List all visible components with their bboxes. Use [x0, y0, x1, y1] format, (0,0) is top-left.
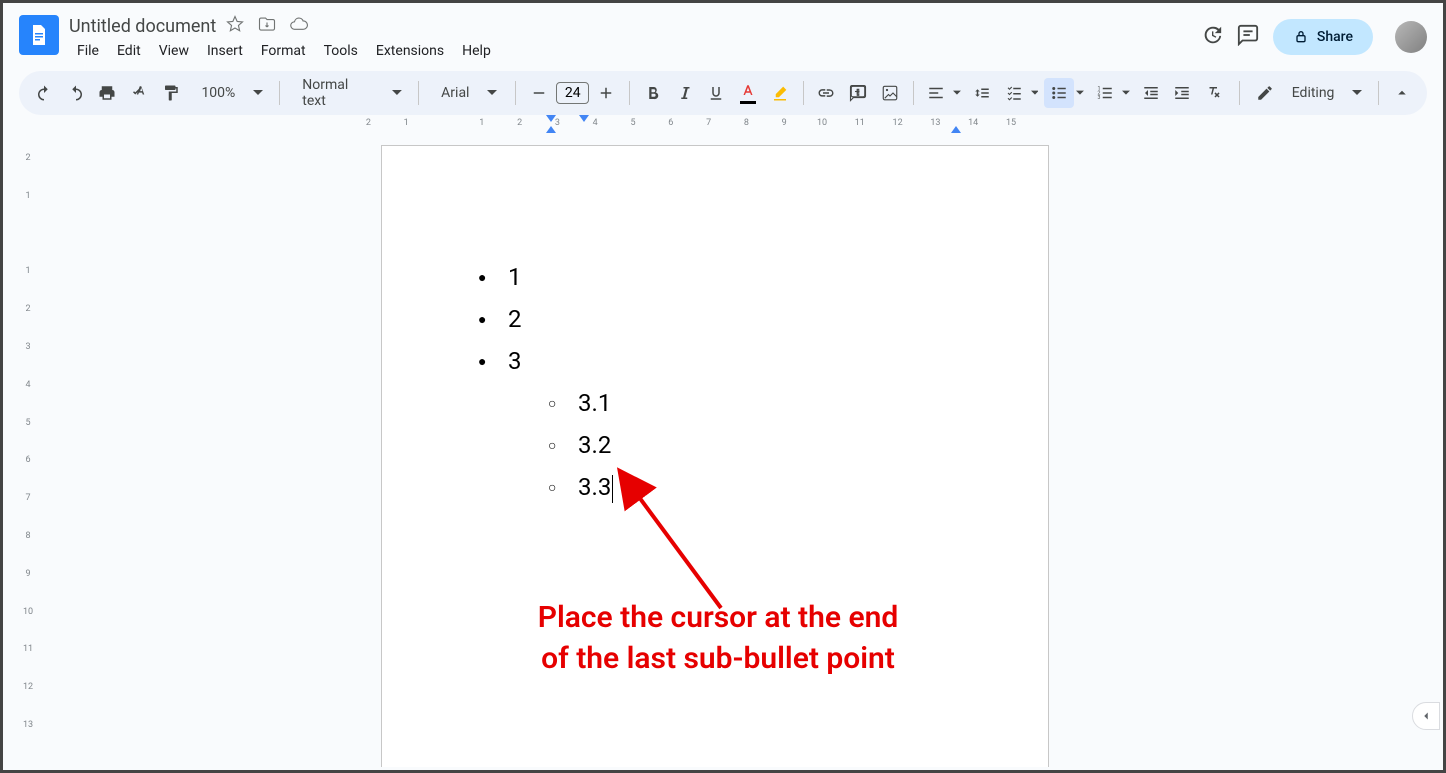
- vertical-ruler[interactable]: 2112345678910111213: [6, 133, 50, 767]
- toolbar: 100% Normal text Arial 24 123 Editing: [19, 71, 1427, 115]
- link-button[interactable]: [812, 78, 842, 108]
- style-dropdown[interactable]: Normal text: [288, 77, 410, 109]
- bullet-item[interactable]: 2: [478, 298, 952, 340]
- italic-button[interactable]: [670, 78, 700, 108]
- redo-button[interactable]: [61, 78, 91, 108]
- cloud-icon[interactable]: [290, 15, 308, 37]
- comment-button[interactable]: [843, 78, 873, 108]
- paint-format-button[interactable]: [156, 78, 186, 108]
- document-canvas[interactable]: 1 2 3 3.1 3.2 3.3: [51, 133, 1433, 767]
- image-button[interactable]: [875, 78, 905, 108]
- font-size-decrease[interactable]: [524, 78, 554, 108]
- underline-button[interactable]: [701, 78, 731, 108]
- menu-view[interactable]: View: [151, 39, 197, 63]
- menu-insert[interactable]: Insert: [199, 39, 251, 63]
- line-spacing-button[interactable]: [967, 78, 997, 108]
- move-icon[interactable]: [258, 15, 276, 37]
- highlight-button[interactable]: [765, 78, 795, 108]
- menu-extensions[interactable]: Extensions: [368, 39, 452, 63]
- sub-bullet-item[interactable]: 3.3: [548, 466, 952, 508]
- menu-file[interactable]: File: [69, 39, 107, 63]
- undo-button[interactable]: [29, 78, 59, 108]
- document-content[interactable]: 1 2 3 3.1 3.2 3.3: [382, 146, 1048, 508]
- font-size-input[interactable]: 24: [556, 82, 590, 104]
- checklist-button[interactable]: [999, 78, 1029, 108]
- menu-bar: File Edit View Insert Format Tools Exten…: [69, 37, 1201, 63]
- menu-help[interactable]: Help: [454, 39, 499, 63]
- menu-tools[interactable]: Tools: [316, 39, 366, 63]
- sub-bullet-item[interactable]: 3.2: [548, 424, 952, 466]
- page[interactable]: 1 2 3 3.1 3.2 3.3: [381, 145, 1049, 767]
- bullet-item[interactable]: 3 3.1 3.2 3.3: [478, 340, 952, 508]
- star-icon[interactable]: [226, 15, 244, 37]
- align-button[interactable]: [922, 78, 952, 108]
- editing-mode-dropdown[interactable]: Editing: [1248, 84, 1371, 102]
- horizontal-ruler[interactable]: 21123456789101112131415: [3, 115, 1443, 133]
- indent-increase-button[interactable]: [1167, 78, 1197, 108]
- font-dropdown[interactable]: Arial: [427, 85, 507, 101]
- zoom-dropdown[interactable]: 100%: [187, 85, 271, 101]
- sub-bullet-item[interactable]: 3.1: [548, 382, 952, 424]
- text-cursor: [612, 475, 613, 503]
- bullet-item[interactable]: 1: [478, 256, 952, 298]
- collapse-toolbar-button[interactable]: [1387, 78, 1417, 108]
- numbered-list-button[interactable]: 123: [1090, 78, 1120, 108]
- indent-decrease-button[interactable]: [1136, 78, 1166, 108]
- comment-icon[interactable]: [1237, 24, 1259, 50]
- font-size-increase[interactable]: [591, 78, 621, 108]
- print-button[interactable]: [92, 78, 122, 108]
- menu-edit[interactable]: Edit: [109, 39, 149, 63]
- clear-format-button[interactable]: [1199, 78, 1229, 108]
- svg-text:3: 3: [1097, 95, 1100, 101]
- history-icon[interactable]: [1201, 24, 1223, 50]
- document-title[interactable]: Untitled document: [69, 16, 216, 37]
- share-button[interactable]: Share: [1273, 19, 1373, 55]
- text-color-button[interactable]: [733, 78, 763, 108]
- side-panel-toggle[interactable]: [1412, 702, 1440, 730]
- menu-format[interactable]: Format: [253, 39, 314, 63]
- spellcheck-button[interactable]: [124, 78, 154, 108]
- docs-logo[interactable]: [19, 15, 59, 55]
- share-label: Share: [1317, 29, 1353, 45]
- bold-button[interactable]: [638, 78, 668, 108]
- bulleted-list-button[interactable]: [1044, 78, 1074, 108]
- avatar[interactable]: [1395, 21, 1427, 53]
